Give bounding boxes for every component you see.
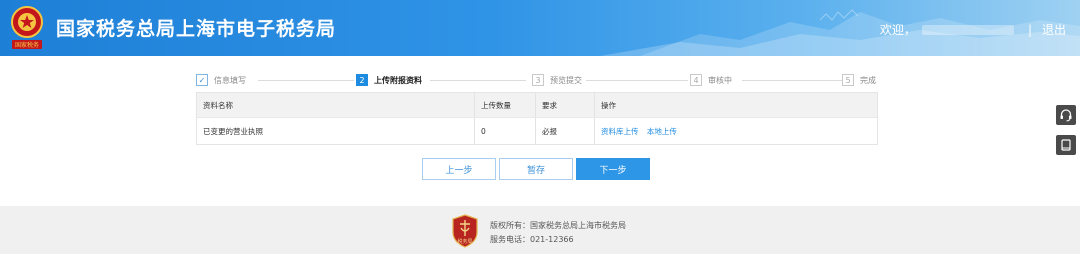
step-connector: [586, 80, 688, 81]
step-number: 2: [356, 74, 368, 86]
step-number: 5: [842, 74, 854, 86]
column-header-requirement: 要求: [536, 93, 595, 117]
site-title: 国家税务总局上海市电子税务局: [56, 18, 337, 40]
step-connector: [742, 80, 842, 81]
header-separator: |: [1027, 22, 1032, 37]
bottom-strip: [0, 254, 1080, 263]
top-header: 国家税务 国家税务总局上海市电子税务局 欢迎， | 退出: [0, 0, 1080, 56]
step-label: 上传附报资料: [374, 75, 422, 85]
table-header: 资料名称 上传数量 要求 操作: [197, 93, 877, 117]
row-actions: 资料库上传 本地上传: [595, 126, 877, 137]
user-name-masked: [921, 24, 1014, 35]
welcome-text: 欢迎，: [879, 23, 916, 37]
guide-book-button[interactable]: [1056, 135, 1076, 155]
tax-emblem-icon: 国家税务: [11, 6, 43, 49]
footer-copyright: 版权所有：国家税务总局上海市税务局: [490, 221, 626, 230]
book-icon: [1061, 139, 1071, 151]
footer-phone: 服务电话：021-12366: [490, 235, 574, 244]
footer-text: 版权所有：国家税务总局上海市税务局 服务电话：021-12366: [490, 219, 626, 247]
step-label: 完成: [860, 75, 876, 85]
step-under-review: 4 审核中: [690, 73, 732, 87]
step-preview-submit: 3 预览提交: [532, 73, 582, 87]
step-check-icon: ✓: [196, 74, 208, 86]
step-label: 信息填写: [214, 75, 246, 85]
step-info-fill: ✓ 信息填写: [196, 73, 246, 87]
step-connector: [430, 80, 526, 81]
table-row: 已变更的营业执照 0 必报 资料库上传 本地上传: [197, 117, 877, 144]
library-upload-link[interactable]: 资料库上传: [601, 127, 639, 136]
step-complete: 5 完成: [842, 73, 876, 87]
tax-badge-icon: 税务局: [452, 214, 478, 248]
user-area: 欢迎， | 退出: [880, 21, 1066, 38]
step-upload-docs: 2 上传附报资料: [356, 73, 422, 87]
row-requirement: 必报: [536, 118, 595, 144]
page-footer: 税务局 版权所有：国家税务总局上海市税务局 服务电话：021-12366: [0, 206, 1080, 254]
step-connector: [258, 80, 354, 81]
local-upload-link[interactable]: 本地上传: [647, 127, 677, 136]
column-header-name: 资料名称: [197, 93, 475, 117]
emblem-caption: 国家税务: [15, 41, 39, 49]
next-step-button[interactable]: 下一步: [576, 158, 650, 180]
step-label: 审核中: [708, 75, 732, 85]
row-upload-count: 0: [475, 118, 536, 144]
step-number: 4: [690, 74, 702, 86]
column-header-actions: 操作: [601, 100, 616, 110]
column-header-count: 上传数量: [475, 93, 536, 117]
customer-service-button[interactable]: [1056, 105, 1076, 125]
logout-link[interactable]: 退出: [1042, 21, 1066, 38]
step-number: 3: [532, 74, 544, 86]
step-label: 预览提交: [550, 75, 582, 85]
prev-step-button[interactable]: 上一步: [422, 158, 496, 180]
headset-icon: [1060, 109, 1072, 122]
save-draft-button[interactable]: 暂存: [499, 158, 573, 180]
row-doc-name: 已变更的营业执照: [197, 118, 475, 144]
badge-caption: 税务局: [457, 238, 472, 245]
attachment-table: 资料名称 上传数量 要求 操作 已变更的营业执照 0 必报 资料库上传 本地上传: [196, 92, 878, 145]
progress-steps: ✓ 信息填写 2 上传附报资料 3 预览提交 4 审核中 5 完成: [196, 73, 882, 87]
